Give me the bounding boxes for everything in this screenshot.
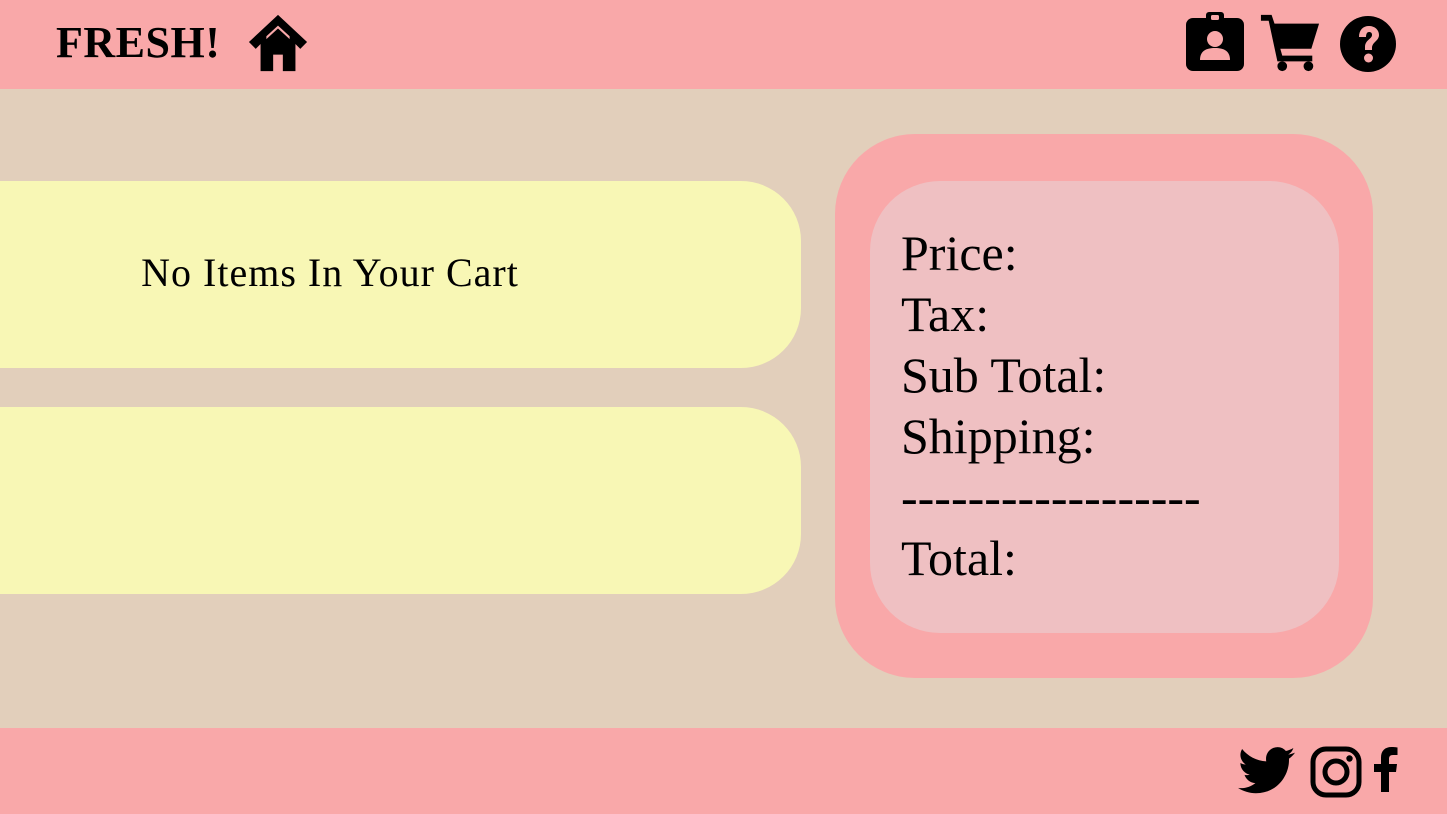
page: FRESH! No Items In Your Cart Price: Tax:…: [0, 0, 1447, 814]
twitter-icon[interactable]: [1238, 744, 1296, 798]
subtotal-label: Sub Total:: [901, 347, 1107, 403]
top-nav-bar: FRESH!: [0, 0, 1447, 89]
footer-bar: [0, 728, 1447, 814]
order-summary-inner: Price: Tax: Sub Total: Shipping: -------…: [870, 181, 1339, 633]
brand-logo-link[interactable]: FRESH!: [56, 17, 220, 69]
order-summary-card: Price: Tax: Sub Total: Shipping: -------…: [835, 134, 1373, 678]
instagram-icon[interactable]: [1310, 746, 1362, 798]
order-summary-lines: Price: Tax: Sub Total: Shipping: -------…: [901, 223, 1201, 589]
empty-cart-message: No Items In Your Cart: [141, 250, 519, 295]
profile-badge-icon[interactable]: [1184, 11, 1246, 73]
cart-icon[interactable]: [1259, 11, 1321, 73]
tax-label: Tax:: [901, 286, 990, 342]
summary-divider: ------------------: [901, 469, 1201, 525]
cart-item-panel: [0, 407, 801, 594]
facebook-icon[interactable]: [1370, 746, 1400, 792]
home-icon[interactable]: [247, 12, 309, 74]
price-label: Price:: [901, 225, 1018, 281]
shipping-label: Shipping:: [901, 408, 1096, 464]
cart-item-panel: No Items In Your Cart: [0, 181, 801, 368]
help-icon[interactable]: [1337, 11, 1399, 73]
total-label: Total:: [901, 530, 1017, 586]
